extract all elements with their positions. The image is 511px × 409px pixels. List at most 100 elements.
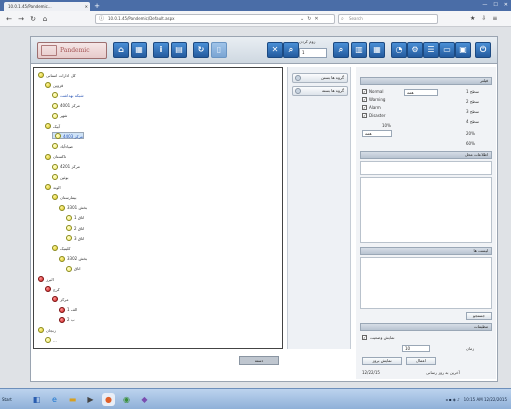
tree-node[interactable]: الف 1 <box>59 306 77 313</box>
power-button[interactable]: ⏻ <box>475 42 491 58</box>
start-button[interactable]: Start <box>2 393 24 406</box>
tree-node[interactable]: کرج <box>45 285 60 293</box>
info-button[interactable]: i <box>153 42 169 58</box>
media-icon[interactable]: ▶ <box>84 393 97 406</box>
disaster-checkbox[interactable]: ✓ <box>362 113 367 118</box>
tree-node[interactable]: شبکه بهداشت <box>52 91 84 99</box>
layers-button[interactable]: ▥ <box>351 42 367 58</box>
zoom-select[interactable]: 1 <box>299 48 327 58</box>
clock[interactable]: 10:15 AM 12/22/2015 <box>464 392 507 407</box>
tree-node[interactable]: کل ادارات استانی <box>38 71 76 78</box>
window-button[interactable]: ▣ <box>455 42 471 58</box>
window-close-icon[interactable]: ✕ <box>504 0 508 11</box>
tree-panel[interactable]: کل ادارات استانی قزوین شبکه بهداشت مرکز 400… <box>33 67 283 349</box>
back-icon[interactable]: ← <box>4 14 14 24</box>
normal-checkbox[interactable]: ✓ <box>362 89 367 94</box>
pct1-value: 10% <box>382 123 391 128</box>
minimize-icon[interactable]: — <box>482 0 487 11</box>
tree-node[interactable]: شهر <box>52 112 67 119</box>
lists-box[interactable] <box>360 257 492 309</box>
tree-node[interactable]: ضیاءآباد <box>52 142 73 150</box>
tree-node[interactable]: بیمارستان <box>52 193 77 201</box>
tree-node-label: اتاق 1 <box>74 215 85 221</box>
app-icon[interactable]: ◆ <box>138 393 151 406</box>
pct-select[interactable]: همه <box>362 130 392 137</box>
time-select[interactable]: 10 <box>402 345 430 352</box>
tree-node[interactable]: مرکز 4201 <box>52 163 80 170</box>
show-status-checkbox[interactable]: ✓ <box>362 335 367 340</box>
grid-button[interactable]: ▤ <box>171 42 187 58</box>
home-icon[interactable]: ⌂ <box>40 14 50 24</box>
lists-header[interactable]: لیست ها <box>360 247 492 255</box>
location-info-header[interactable]: اطلاعات محل <box>360 151 492 159</box>
tree-node[interactable]: اتاق <box>66 265 81 272</box>
status-dot-icon <box>45 184 51 191</box>
bookmarks-icon[interactable]: ★ <box>470 14 475 24</box>
tree-node[interactable]: اتاق 1 <box>66 214 84 221</box>
tree-node[interactable]: آبیک <box>45 122 60 129</box>
home-button[interactable]: ⌂ <box>113 42 129 58</box>
settings-header[interactable]: تنظیمات <box>360 323 492 331</box>
chart-button[interactable]: ◔ <box>391 42 407 58</box>
stop-icon[interactable]: ✕ <box>314 14 318 24</box>
close-groups-button[interactable]: گروه ها بستن <box>292 73 348 83</box>
refresh-icon[interactable]: ↻ <box>307 14 311 24</box>
list-button[interactable]: ☰ <box>423 42 439 58</box>
tree-node[interactable]: الوند <box>45 183 61 191</box>
find-button[interactable]: ⌕ <box>333 42 349 58</box>
tree-node[interactable]: بخش 3302 <box>59 255 87 262</box>
menu-icon[interactable]: ≡ <box>492 14 497 24</box>
folder-icon[interactable]: ▬ <box>66 393 79 406</box>
page-info-icon[interactable]: ⓘ <box>99 15 104 23</box>
table-button[interactable]: ▦ <box>369 42 385 58</box>
tree-node[interactable]: ب 2 <box>59 316 75 323</box>
apply-button[interactable]: اعمال <box>406 357 436 365</box>
monitor-button[interactable]: ▭ <box>439 42 455 58</box>
tree-node[interactable]: مرکز 4403 <box>52 132 84 140</box>
zoom-search-button[interactable]: ⌕ <box>283 42 299 58</box>
tree-node[interactable]: قزوین <box>45 81 63 89</box>
status-select[interactable]: همه <box>404 89 438 96</box>
firefox-icon[interactable]: ● <box>102 393 115 406</box>
explorer-icon[interactable]: ◧ <box>30 393 43 406</box>
tree-node[interactable]: زنجان <box>38 326 56 333</box>
dropdown-icon[interactable]: ⌄ <box>300 14 304 24</box>
tree-node[interactable]: بخش 3301 <box>59 204 87 211</box>
closed-groups-button[interactable]: گروه ها بسته <box>292 86 348 96</box>
downloads-icon[interactable]: ⇩ <box>481 14 486 24</box>
fullscreen-button[interactable]: ✕ <box>267 42 283 58</box>
tray-icons[interactable]: ◂ ▪ ◈ ♪ <box>445 392 459 407</box>
map-button[interactable]: ▦ <box>131 42 147 58</box>
tree-node[interactable]: مرکز <box>52 295 68 303</box>
search-input[interactable]: ⌕ Search <box>338 14 438 24</box>
tree-node[interactable]: ... <box>45 336 57 344</box>
tree-node[interactable]: کلینیک <box>52 244 70 252</box>
alarm-checkbox[interactable]: ✓ <box>362 105 367 110</box>
tree-node[interactable]: مرکز 4001 <box>52 102 80 109</box>
location-info-box[interactable] <box>360 161 492 175</box>
tree-node[interactable]: اتاق 2 <box>66 224 84 231</box>
tree-node[interactable]: البرز <box>38 275 54 282</box>
browser-tab[interactable]: 10.0.1.45/Pandemic... ✕ <box>4 2 90 11</box>
tree-node[interactable]: تاکستان <box>45 153 66 160</box>
close-icon[interactable]: ✕ <box>85 2 88 11</box>
disabled-button[interactable]: ▯ <box>211 42 227 58</box>
ie-icon[interactable]: e <box>48 393 61 406</box>
settings-button[interactable]: ⚙ <box>407 42 423 58</box>
refresh-view-button[interactable]: نمایش بروز <box>362 357 402 365</box>
address-bar[interactable]: ⓘ 10.0.1.45/Pandemic/Default.aspx <box>95 14 335 24</box>
group-chip[interactable]: دسته <box>239 356 279 365</box>
reload-icon[interactable]: ↻ <box>28 14 38 24</box>
forward-icon[interactable]: → <box>16 14 26 24</box>
new-tab-icon[interactable]: + <box>93 2 101 10</box>
filter-header[interactable]: فیلتر <box>360 77 492 85</box>
warning-checkbox[interactable]: ✓ <box>362 97 367 102</box>
refresh-button[interactable]: ↻ <box>193 42 209 58</box>
tree-node[interactable]: اتاق 3 <box>66 234 84 242</box>
search-button[interactable]: جستجو <box>466 312 492 320</box>
tree-node[interactable]: بوئین <box>52 173 69 180</box>
tree-node-label: مرکز 4201 <box>60 164 80 170</box>
chrome-icon[interactable]: ◉ <box>120 393 133 406</box>
location-details-box[interactable] <box>360 177 492 243</box>
maximize-icon[interactable]: ☐ <box>493 0 497 11</box>
